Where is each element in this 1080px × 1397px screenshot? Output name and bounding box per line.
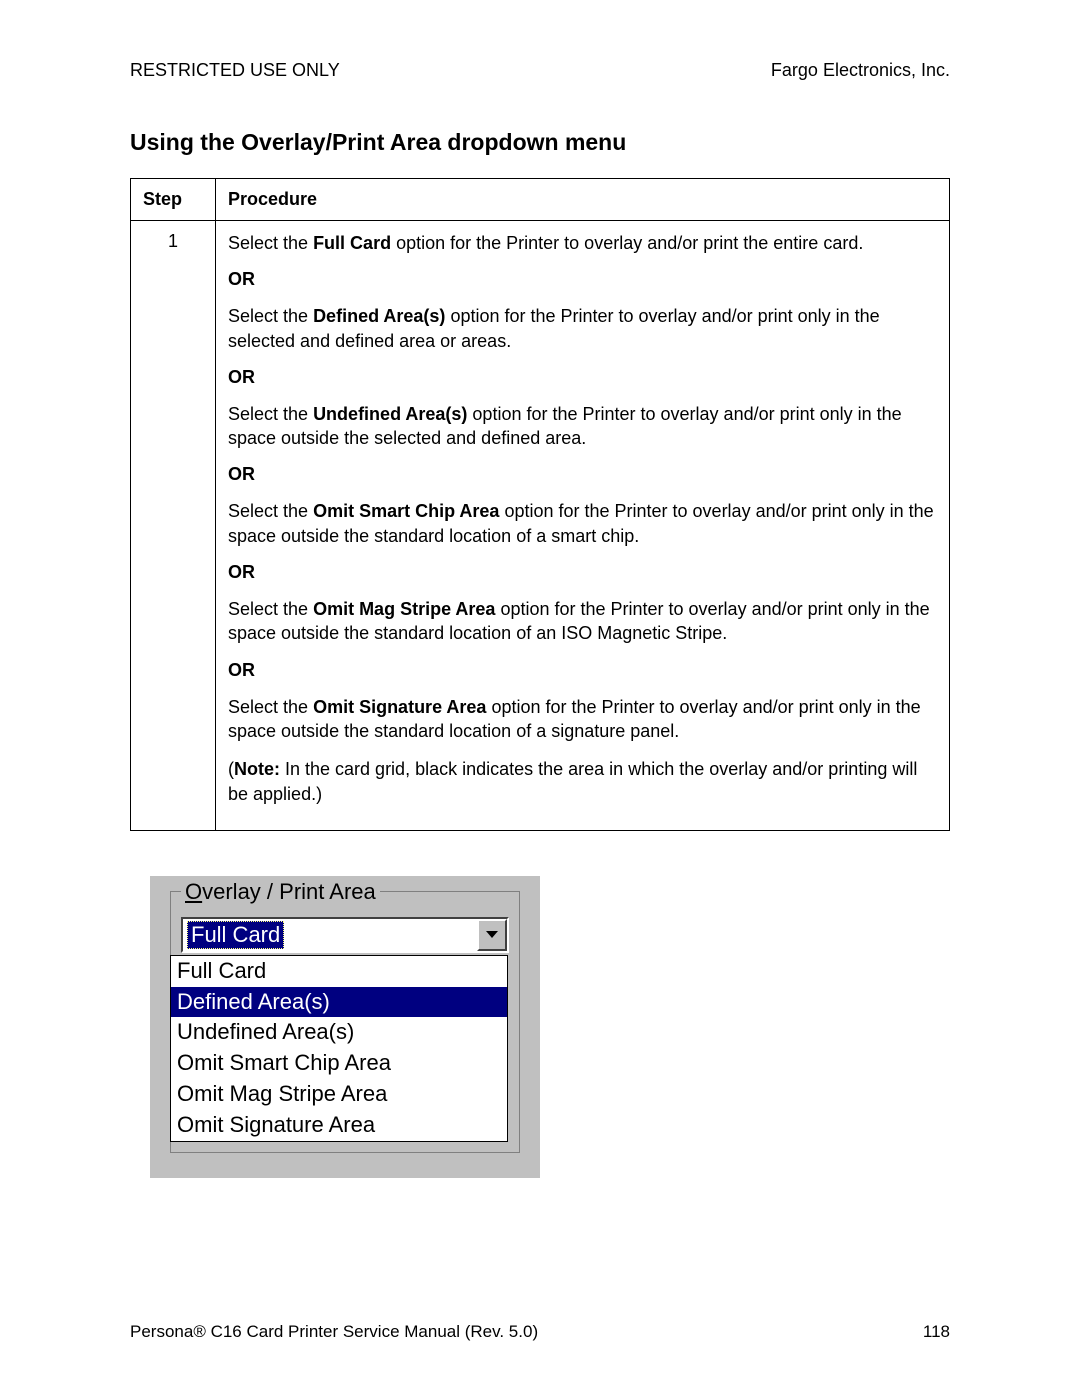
overlay-dropdown-figure: Overlay / Print Area Full Card Full Card… [150,876,540,1178]
header-right: Fargo Electronics, Inc. [771,60,950,81]
overlay-combo[interactable]: Full Card [181,917,509,953]
col-procedure: Procedure [216,179,950,221]
section-title: Using the Overlay/Print Area dropdown me… [130,129,950,156]
list-item[interactable]: Omit Mag Stripe Area [171,1079,507,1110]
list-item[interactable]: Omit Signature Area [171,1110,507,1141]
step-number: 1 [131,221,216,831]
col-step: Step [131,179,216,221]
procedure-table: Step Procedure 1 Select the Full Card op… [130,178,950,831]
footer-left: Persona® C16 Card Printer Service Manual… [130,1322,538,1342]
list-item[interactable]: Undefined Area(s) [171,1017,507,1048]
chevron-down-icon [486,931,498,938]
list-item[interactable]: Omit Smart Chip Area [171,1048,507,1079]
list-item[interactable]: Defined Area(s) [171,987,507,1018]
list-item[interactable]: Full Card [171,956,507,987]
page-number: 118 [923,1322,950,1342]
combo-selected-value: Full Card [187,921,284,949]
procedure-cell: Select the Full Card option for the Prin… [216,221,950,831]
group-label: Overlay / Print Area [181,879,380,905]
header-left: RESTRICTED USE ONLY [130,60,340,81]
overlay-listbox[interactable]: Full CardDefined Area(s)Undefined Area(s… [170,955,508,1142]
combo-dropdown-button[interactable] [477,919,507,951]
